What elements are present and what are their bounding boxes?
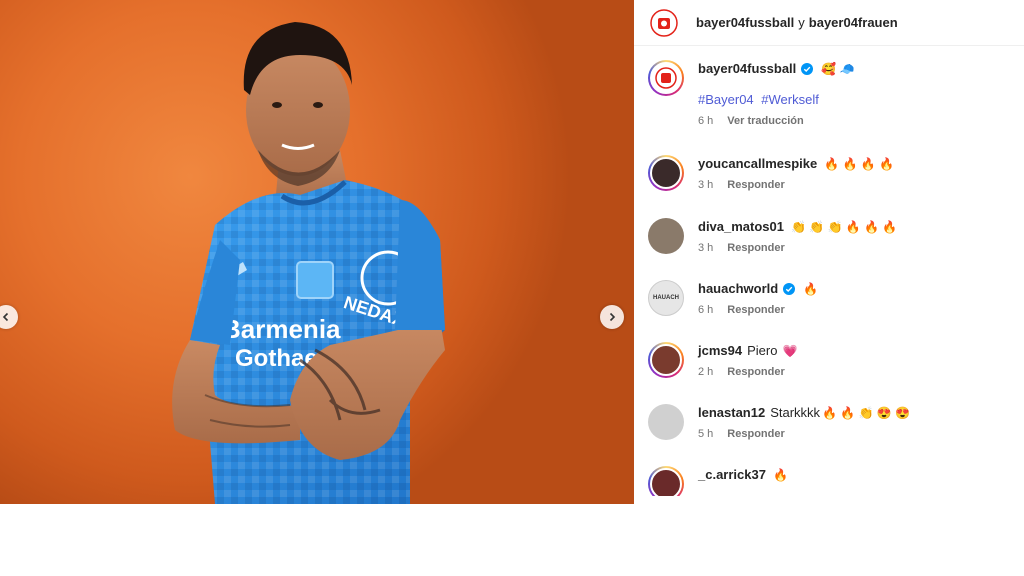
- reply-button[interactable]: Responder: [727, 428, 784, 440]
- comment-emojis: 👏 👏 👏 🔥 🔥 🔥: [791, 220, 898, 234]
- avatar-text: HAUACH: [653, 295, 679, 301]
- comment-username[interactable]: _c.arrick37: [698, 466, 766, 484]
- chevron-left-icon: [2, 312, 9, 322]
- caption: bayer04fussball 🥰 🧢 #Bayer04 #Werkself 6…: [648, 60, 855, 127]
- verified-badge-icon: [783, 283, 796, 295]
- header-joiner: y: [798, 15, 805, 30]
- comment-emojis: 🔥 🔥 🔥 🔥: [824, 157, 895, 171]
- comment-emojis: 🔥: [803, 282, 819, 296]
- comment-item: youcancallmespike 🔥 🔥 🔥 🔥 3 h Responder: [648, 155, 894, 191]
- avatar[interactable]: HAUACH: [648, 280, 684, 316]
- caption-emojis: 🥰 🧢: [821, 62, 855, 76]
- comment-time: 3 h: [698, 179, 714, 191]
- comment-time: 3 h: [698, 242, 714, 254]
- reply-button[interactable]: Responder: [727, 179, 784, 191]
- bayer04-logo-icon: [655, 67, 677, 89]
- header-account-2[interactable]: bayer04frauen: [809, 15, 898, 30]
- comment-username[interactable]: diva_matos01: [698, 218, 784, 236]
- comment-username[interactable]: youcancallmespike: [698, 155, 817, 173]
- comment-item: jcms94 Piero 💗 2 h Responder: [648, 342, 797, 378]
- comment-username[interactable]: lenastan12: [698, 404, 765, 422]
- player-illustration: Barmenia Gothaer NEDAX: [172, 22, 445, 504]
- comment-username[interactable]: jcms94: [698, 342, 742, 360]
- reply-button[interactable]: Responder: [727, 304, 784, 316]
- chevron-right-icon: [609, 312, 616, 322]
- comment-username[interactable]: hauachworld: [698, 280, 778, 298]
- bayer04-logo-icon[interactable]: [650, 8, 678, 37]
- post-photo: Barmenia Gothaer NEDAX: [0, 0, 634, 504]
- jersey-sponsor-line1: Barmenia: [222, 314, 341, 344]
- comment-item: diva_matos01 👏 👏 👏 🔥 🔥 🔥 3 h Responder: [648, 218, 897, 254]
- comment-time: 6 h: [698, 304, 714, 316]
- comment-time: 2 h: [698, 366, 714, 378]
- avatar[interactable]: [648, 155, 684, 191]
- hashtags: #Bayer04 #Werkself: [698, 92, 855, 107]
- avatar[interactable]: [648, 404, 684, 440]
- post-header: bayer04fussball y bayer04frauen: [634, 0, 1024, 46]
- comment-text: Piero: [747, 343, 778, 358]
- comment-time: 5 h: [698, 428, 714, 440]
- translate-button[interactable]: Ver traducción: [727, 115, 803, 127]
- comment-emojis: 💗: [782, 344, 798, 358]
- avatar[interactable]: [648, 60, 684, 96]
- comment-item: _c.arrick37 🔥: [648, 466, 788, 496]
- comment-item: HAUACH hauachworld 🔥 6 h Responder: [648, 280, 818, 316]
- reply-button[interactable]: Responder: [727, 242, 784, 254]
- header-account-1[interactable]: bayer04fussball: [696, 15, 794, 30]
- comment-emojis: 🔥 🔥 👏 😍 😍: [822, 406, 911, 420]
- next-image-button[interactable]: [600, 305, 624, 329]
- hashtag-link[interactable]: #Werkself: [761, 92, 819, 107]
- avatar[interactable]: [648, 342, 684, 378]
- reply-button[interactable]: Responder: [727, 366, 784, 378]
- avatar[interactable]: [648, 218, 684, 254]
- avatar[interactable]: [648, 466, 684, 496]
- verified-badge-icon: [801, 63, 814, 75]
- caption-time: 6 h: [698, 115, 714, 127]
- caption-username[interactable]: bayer04fussball: [698, 60, 796, 78]
- hashtag-link[interactable]: #Bayer04: [698, 92, 754, 107]
- comment-item: lenastan12 Starkkkk 🔥 🔥 👏 😍 😍 5 h Respon…: [648, 404, 910, 440]
- comment-emojis: 🔥: [772, 468, 788, 482]
- post-sidebar: bayer04fussball y bayer04frauen bayer04fus…: [634, 0, 1024, 496]
- comment-text: Starkkkk: [770, 405, 821, 420]
